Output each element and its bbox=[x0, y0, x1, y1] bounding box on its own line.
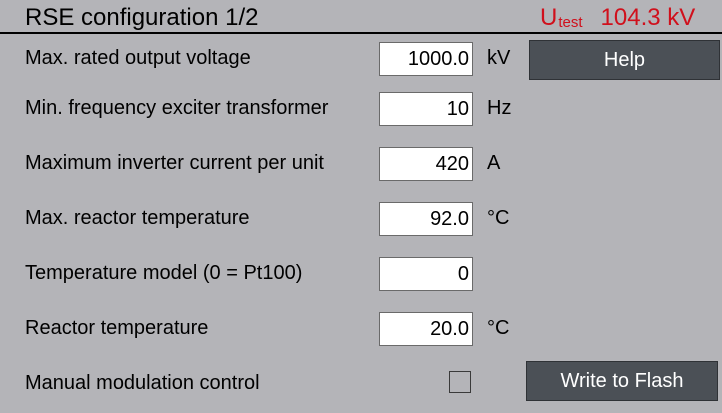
max-reactor-temperature-unit: °C bbox=[487, 207, 510, 229]
min-frequency-exciter-label: Min. frequency exciter transformer bbox=[25, 97, 329, 119]
test-voltage-symbol: U bbox=[540, 4, 558, 31]
max-inverter-current-field[interactable]: 420 bbox=[379, 147, 473, 181]
max-rated-output-voltage-field[interactable]: 1000.0 bbox=[379, 42, 473, 76]
write-to-flash-button[interactable]: Write to Flash bbox=[526, 361, 718, 401]
manual-modulation-checkbox[interactable] bbox=[449, 371, 471, 393]
temperature-model-field[interactable]: 0 bbox=[379, 257, 473, 291]
max-reactor-temperature-field[interactable]: 92.0 bbox=[379, 202, 473, 236]
reactor-temperature-unit: °C bbox=[487, 317, 510, 339]
max-rated-output-voltage-label: Max. rated output voltage bbox=[25, 47, 251, 69]
test-voltage-value: 104.3 kV bbox=[600, 4, 696, 31]
reactor-temperature-label: Reactor temperature bbox=[25, 317, 209, 339]
temperature-model-label: Temperature model (0 = Pt100) bbox=[25, 262, 303, 284]
max-reactor-temperature-label: Max. reactor temperature bbox=[25, 207, 250, 229]
max-rated-output-voltage-unit: kV bbox=[487, 47, 511, 69]
header-divider bbox=[0, 32, 722, 34]
max-inverter-current-unit: A bbox=[487, 152, 501, 174]
test-voltage-subscript: test bbox=[558, 14, 583, 31]
page-title: RSE configuration 1/2 bbox=[25, 4, 259, 31]
min-frequency-exciter-field[interactable]: 10 bbox=[379, 92, 473, 126]
reactor-temperature-field[interactable]: 20.0 bbox=[379, 312, 473, 346]
min-frequency-exciter-unit: Hz bbox=[487, 97, 512, 119]
max-inverter-current-label: Maximum inverter current per unit bbox=[25, 152, 324, 174]
help-button[interactable]: Help bbox=[529, 40, 720, 80]
manual-modulation-label: Manual modulation control bbox=[25, 372, 260, 394]
